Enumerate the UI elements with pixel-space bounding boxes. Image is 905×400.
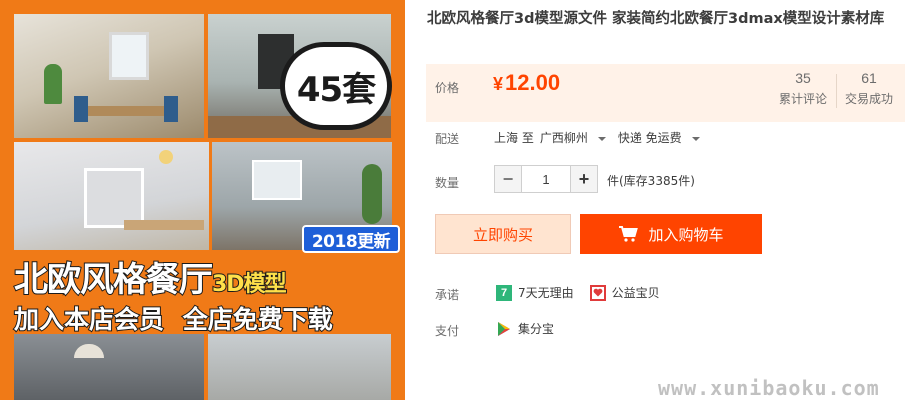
price-panel: 价格 ¥12.00 35 累计评论 61 交易成功 xyxy=(426,64,905,122)
product-title: 北欧风格餐厅3d模型源文件 家装简约北欧餐厅3dmax模型设计素材库 xyxy=(427,11,885,27)
payment-row: 集分宝 xyxy=(496,320,554,337)
payment-jifenbao[interactable]: 集分宝 xyxy=(518,320,554,337)
banner-subtitle: 加入本店会员 全店免费下载 xyxy=(13,304,334,335)
price-value: ¥12.00 xyxy=(493,70,561,95)
quantity-label: 数量 xyxy=(435,176,460,190)
set-count-badge: 45套 xyxy=(280,42,392,130)
dining-room-photo-5 xyxy=(14,334,204,400)
reviews-stat[interactable]: 35 累计评论 xyxy=(770,70,836,107)
shipping-from: 上海 至 xyxy=(494,131,534,145)
quantity-stepper: − 1 + xyxy=(494,165,598,193)
dining-room-photo-6 xyxy=(208,334,391,400)
chevron-down-icon[interactable] xyxy=(691,136,700,141)
promo-banner: 北欧风格餐厅3D模型 加入本店会员 全店免费下载 xyxy=(10,252,395,335)
site-watermark: www.xunibaoku.com xyxy=(658,376,880,400)
sales-label: 交易成功 xyxy=(844,92,893,106)
product-main-image[interactable]: 45套 2018更新 北欧风格餐厅3D模型 加入本店会员 全店免费下载 xyxy=(0,0,405,400)
add-to-cart-label: 加入购物车 xyxy=(648,225,724,244)
add-to-cart-button[interactable]: 加入购物车 xyxy=(580,214,762,254)
jifenbao-play-icon xyxy=(496,321,512,337)
reviews-label: 累计评论 xyxy=(778,92,827,106)
stock-info: 件(库存3385件) xyxy=(607,174,695,188)
charity-heart-icon xyxy=(589,284,606,301)
set-count-text: 45套 xyxy=(296,69,376,110)
banner-title: 北欧风格餐厅3D模型 xyxy=(13,259,288,301)
quantity-increase-button[interactable]: + xyxy=(570,165,598,193)
shipping-destination[interactable]: 广西柳州 xyxy=(540,131,588,145)
shipping-method[interactable]: 快递 免运费 xyxy=(618,131,682,145)
quantity-input[interactable]: 1 xyxy=(522,165,570,193)
shipping-label: 配送 xyxy=(435,132,460,146)
payment-label: 支付 xyxy=(435,324,460,338)
promise-seven-day-return[interactable]: 7天无理由 xyxy=(518,284,574,301)
promise-label: 承诺 xyxy=(435,288,460,302)
shipping-row: 上海 至广西柳州 快递 免运费 xyxy=(494,129,712,146)
reviews-count: 35 xyxy=(795,70,811,86)
buy-now-button[interactable]: 立即购买 xyxy=(435,214,571,254)
quantity-decrease-button[interactable]: − xyxy=(494,165,522,193)
chevron-down-icon[interactable] xyxy=(597,136,606,141)
sales-count: 61 xyxy=(861,70,877,86)
dining-room-photo-3 xyxy=(14,142,209,250)
dining-room-photo-1 xyxy=(14,14,204,138)
price-label: 价格 xyxy=(435,81,460,95)
sales-stat: 61 交易成功 xyxy=(836,70,902,107)
seven-day-return-icon: 7 xyxy=(496,284,512,301)
promise-charity-item[interactable]: 公益宝贝 xyxy=(612,284,660,301)
update-year-tag: 2018更新 xyxy=(302,225,400,253)
shopping-cart-icon xyxy=(619,226,639,242)
promise-row: 7 7天无理由 公益宝贝 xyxy=(496,284,660,301)
